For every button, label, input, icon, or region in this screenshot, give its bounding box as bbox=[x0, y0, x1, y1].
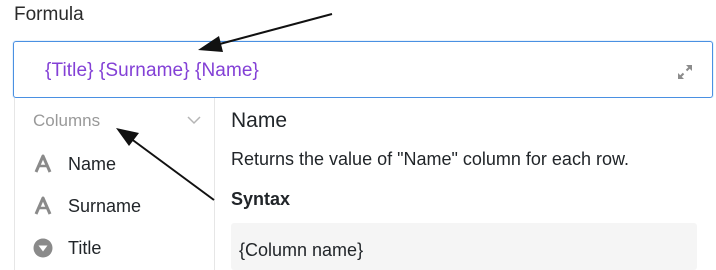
single-select-icon bbox=[33, 238, 53, 258]
detail-title: Name bbox=[231, 109, 288, 132]
syntax-code: {Column name} bbox=[239, 240, 364, 260]
text-type-icon bbox=[34, 196, 52, 215]
syntax-code-block: {Column name} bbox=[231, 223, 697, 270]
detail-description: Returns the value of "Name" column for e… bbox=[231, 149, 629, 169]
formula-input[interactable]: {Title} {Surname} {Name} bbox=[13, 41, 713, 98]
columns-dropdown-label: Columns bbox=[33, 111, 101, 130]
column-item-title[interactable]: Title bbox=[15, 229, 214, 267]
text-type-icon bbox=[34, 154, 52, 173]
formula-value[interactable]: {Title} {Surname} {Name} bbox=[45, 60, 259, 82]
syntax-heading: Syntax bbox=[231, 189, 291, 209]
formula-helper-panel: Columns Name Surname Title Name Returns … bbox=[14, 98, 716, 270]
expand-icon[interactable] bbox=[677, 64, 693, 80]
field-label: Formula bbox=[14, 4, 84, 25]
chevron-down-icon bbox=[187, 116, 201, 125]
formula-editor: Formula {Title} {Surname} {Name} Columns bbox=[0, 0, 716, 270]
column-item-name[interactable]: Name bbox=[15, 145, 214, 183]
column-item-label: Title bbox=[68, 238, 102, 258]
column-item-label: Name bbox=[68, 154, 117, 174]
columns-dropdown[interactable]: Columns bbox=[33, 111, 201, 133]
column-detail: Name Returns the value of "Name" column … bbox=[215, 98, 716, 270]
columns-list: Columns Name Surname Title bbox=[15, 98, 215, 270]
column-item-label: Surname bbox=[68, 196, 142, 216]
column-item-surname[interactable]: Surname bbox=[15, 187, 214, 225]
